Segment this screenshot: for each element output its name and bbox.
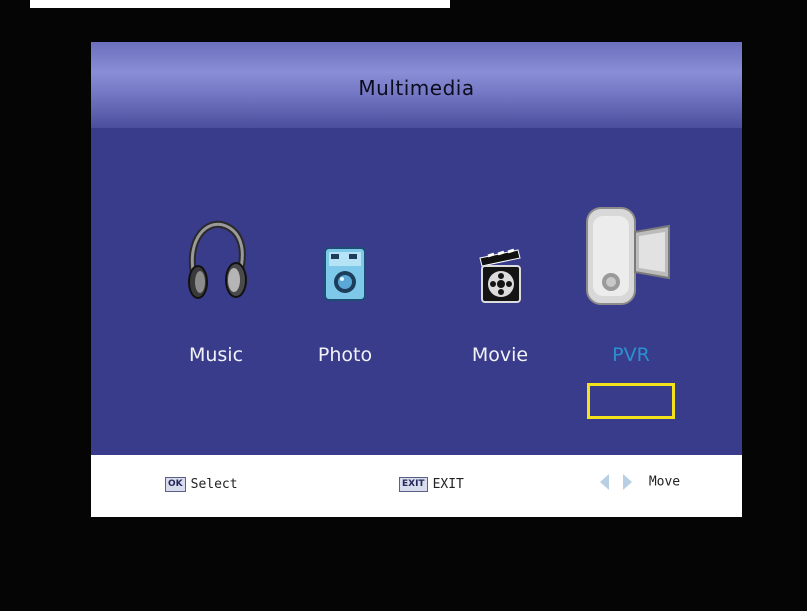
hint-bar: OK Select EXIT EXIT Move xyxy=(91,455,742,517)
menu-item-music[interactable]: Music xyxy=(156,198,276,368)
exit-hint-label: EXIT xyxy=(432,477,464,492)
film-reel-icon xyxy=(479,248,521,303)
tv-screen: Multimedia Music Photo Movie PVR OK Sele… xyxy=(0,0,807,611)
camera-icon xyxy=(324,247,366,301)
left-right-arrow-icon xyxy=(600,474,632,490)
headphones-icon xyxy=(188,220,247,299)
menu-content: Music Photo Movie PVR xyxy=(91,128,742,455)
menu-item-movie[interactable]: Movie xyxy=(440,198,560,368)
move-hint: Move xyxy=(597,471,681,490)
menu-item-label: Music xyxy=(188,344,244,366)
menu-header: Multimedia xyxy=(91,42,742,128)
menu-item-label: PVR xyxy=(612,344,650,366)
top-overscan-strip xyxy=(30,0,450,8)
multimedia-panel: Multimedia Music Photo Movie PVR OK Sele… xyxy=(91,42,742,517)
selection-highlight xyxy=(587,383,675,419)
select-hint: OK Select xyxy=(165,477,238,495)
menu-title: Multimedia xyxy=(358,76,475,100)
exit-key-icon: EXIT xyxy=(399,477,428,492)
select-hint-label: Select xyxy=(190,477,238,492)
exit-hint: EXIT EXIT xyxy=(399,477,464,495)
menu-item-pvr[interactable]: PVR xyxy=(571,198,691,368)
menu-item-photo[interactable]: Photo xyxy=(285,198,405,368)
move-hint-label: Move xyxy=(648,474,681,490)
menu-item-label: Photo xyxy=(317,344,373,366)
menu-item-label: Movie xyxy=(471,344,529,366)
ok-key-icon: OK xyxy=(165,477,186,492)
camcorder-icon xyxy=(586,207,670,305)
